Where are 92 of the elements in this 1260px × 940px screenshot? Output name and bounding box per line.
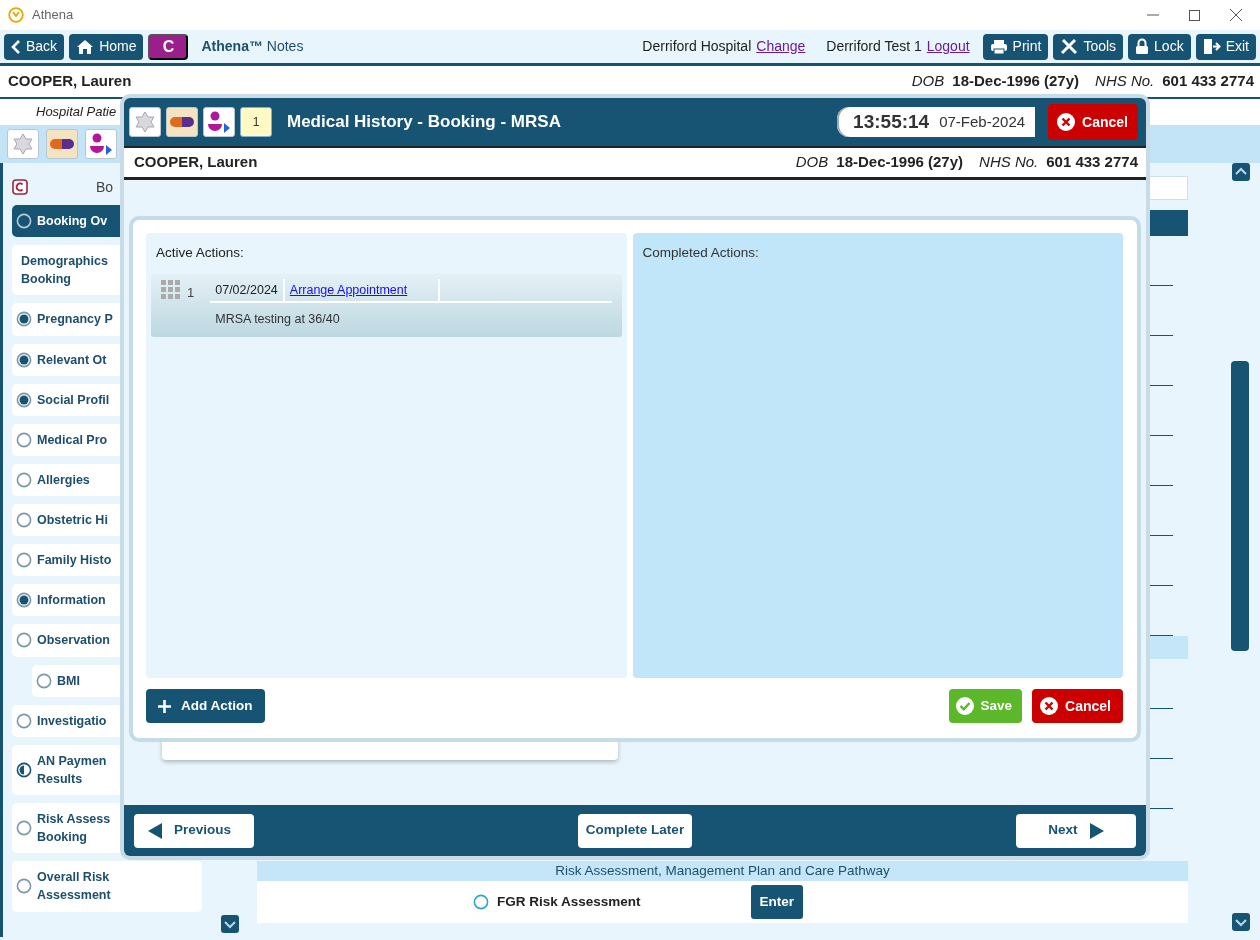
dob-label: DOB bbox=[911, 71, 945, 92]
radio-button[interactable] bbox=[16, 878, 32, 895]
scroll-down-icon[interactable] bbox=[1232, 913, 1250, 931]
dialog-title: Medical History - Booking - MRSA bbox=[287, 111, 562, 134]
nhs-number: 601 433 2774 bbox=[1162, 71, 1254, 92]
radio-button[interactable] bbox=[16, 431, 32, 448]
radio-button[interactable] bbox=[16, 761, 32, 778]
cancel-button[interactable]: Cancel bbox=[1048, 104, 1138, 140]
hospital-patient-label: Hospital Patie bbox=[36, 103, 117, 122]
exit-icon bbox=[1202, 38, 1221, 55]
radio-button[interactable] bbox=[16, 391, 32, 408]
radio-button[interactable] bbox=[16, 552, 32, 569]
star-button[interactable] bbox=[7, 129, 39, 159]
radio-button[interactable] bbox=[16, 592, 32, 609]
clock-date: 07-Feb-2024 bbox=[939, 111, 1026, 132]
user-name: Derriford Test 1 bbox=[826, 37, 922, 56]
clock-time: 13:55:14 bbox=[853, 109, 930, 134]
medication-button[interactable] bbox=[166, 107, 198, 137]
c-logo-icon bbox=[12, 179, 28, 195]
assessment-label: FGR Risk Assessment bbox=[497, 892, 641, 911]
person-arrow-icon bbox=[207, 110, 231, 134]
toolbar-button[interactable]: Exit bbox=[1195, 33, 1256, 60]
action-date: 07/02/2024 bbox=[210, 279, 285, 302]
nhs-label: NHS No. bbox=[979, 152, 1039, 173]
window-title: Athena bbox=[32, 6, 74, 25]
nhs-number: 601 433 2774 bbox=[1046, 152, 1138, 173]
tools-icon bbox=[1060, 38, 1079, 55]
change-link[interactable]: Change bbox=[756, 36, 806, 57]
plus-icon bbox=[158, 699, 171, 713]
complete-later-button[interactable]: Complete Later bbox=[577, 813, 693, 848]
radio-button[interactable] bbox=[16, 712, 32, 729]
scrollbar-thumb[interactable] bbox=[1231, 361, 1249, 651]
chevron-left-icon bbox=[11, 38, 21, 55]
person-button[interactable] bbox=[85, 129, 117, 159]
sidebar-heading: Bo bbox=[96, 177, 114, 197]
maximize-icon[interactable] bbox=[1189, 9, 1200, 21]
home-icon bbox=[76, 38, 95, 55]
toolbar-button[interactable]: Tools bbox=[1053, 33, 1124, 60]
action-row[interactable]: 1 07/02/2024 Arrange Appointment MRSA testing at 36/40 bbox=[151, 274, 622, 337]
lock-icon bbox=[1135, 38, 1150, 55]
close-icon bbox=[1039, 696, 1060, 716]
drag-handle-icon bbox=[161, 279, 181, 300]
toolbar-button[interactable]: Lock bbox=[1128, 33, 1191, 60]
action-description: MRSA testing at 36/40 bbox=[214, 311, 341, 329]
triangle-left-icon bbox=[148, 822, 162, 839]
hospital-name: Derriford Hospital bbox=[642, 37, 752, 56]
completed-actions-title: Completed Actions: bbox=[642, 244, 760, 262]
radio-button[interactable] bbox=[16, 820, 32, 837]
radio-button[interactable] bbox=[36, 672, 52, 689]
capsule-icon bbox=[49, 138, 75, 150]
section-title: Risk Assessment, Management Plan and Care Pathway bbox=[257, 861, 1188, 881]
medication-button[interactable] bbox=[46, 129, 78, 159]
notepad-button[interactable]: 1 bbox=[240, 107, 272, 137]
logout-link[interactable]: Logout bbox=[926, 36, 970, 57]
radio-button[interactable] bbox=[16, 351, 32, 368]
person-button[interactable] bbox=[203, 107, 235, 137]
patient-name: COOPER, Lauren bbox=[8, 71, 132, 92]
app-name: Athena™ Notes bbox=[201, 37, 304, 56]
radio-button[interactable] bbox=[16, 512, 32, 529]
person-arrow-icon bbox=[89, 132, 113, 156]
radio-button[interactable] bbox=[16, 632, 32, 649]
action-link[interactable]: Arrange Appointment bbox=[284, 279, 440, 302]
star-button[interactable] bbox=[129, 107, 161, 137]
dob-value: 18-Dec-1996 (27y) bbox=[952, 71, 1080, 92]
radio-button[interactable] bbox=[16, 471, 32, 488]
patient-name: COOPER, Lauren bbox=[134, 152, 258, 173]
radio-button[interactable] bbox=[473, 894, 489, 910]
dob-value: 18-Dec-1996 (27y) bbox=[836, 152, 964, 173]
scroll-up-icon[interactable] bbox=[1232, 163, 1250, 181]
radio-button[interactable] bbox=[16, 311, 32, 328]
close-icon bbox=[1056, 112, 1077, 132]
cancel-button[interactable]: Cancel bbox=[1032, 689, 1123, 723]
c-button[interactable]: C bbox=[148, 33, 189, 60]
toolbar-button[interactable]: Print bbox=[982, 33, 1049, 60]
add-action-button[interactable]: Add Action bbox=[146, 689, 265, 723]
sidebar-item[interactable]: Overall Risk Assessment bbox=[12, 861, 202, 912]
nhs-label: NHS No. bbox=[1095, 71, 1155, 92]
previous-button[interactable]: Previous bbox=[134, 813, 254, 848]
capsule-icon bbox=[169, 116, 195, 128]
home-button[interactable]: Home bbox=[69, 33, 144, 60]
triangle-right-icon bbox=[1089, 822, 1104, 839]
app-logo-icon bbox=[8, 7, 24, 23]
star-icon bbox=[133, 110, 157, 134]
check-icon bbox=[954, 696, 975, 716]
dob-label: DOB bbox=[795, 152, 829, 173]
next-button[interactable]: Next bbox=[1016, 813, 1136, 848]
enter-button[interactable]: Enter bbox=[750, 885, 804, 919]
star-icon bbox=[11, 132, 35, 156]
back-button[interactable]: Back bbox=[4, 33, 65, 60]
close-icon[interactable] bbox=[1230, 9, 1242, 21]
printer-icon bbox=[989, 38, 1008, 55]
scroll-down-icon[interactable] bbox=[221, 915, 239, 933]
